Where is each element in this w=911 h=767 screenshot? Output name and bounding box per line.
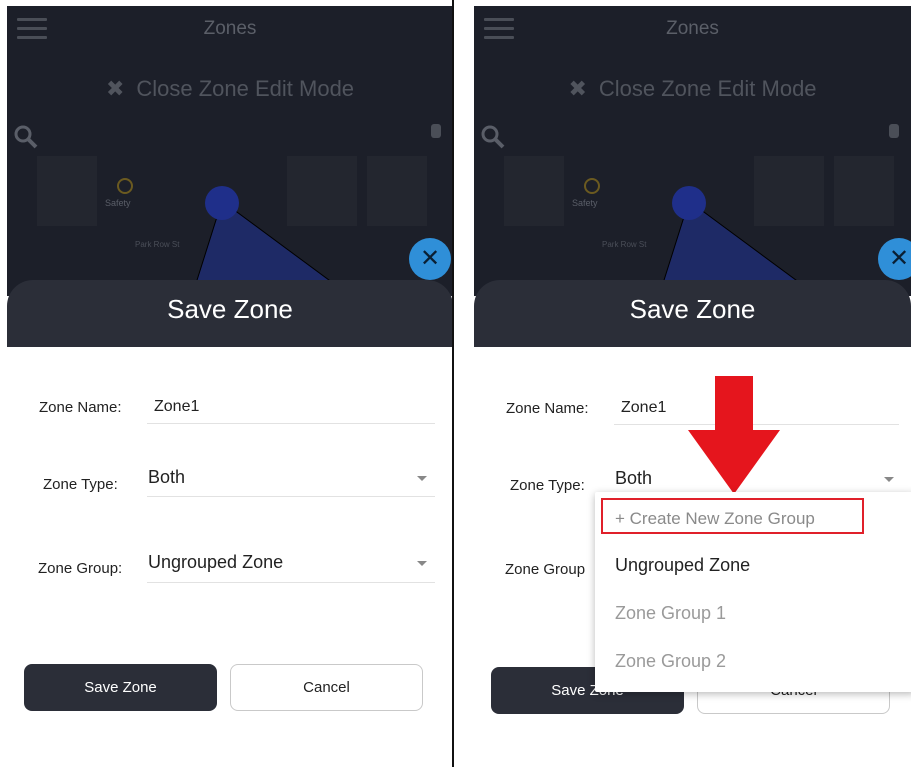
close-icon: ✖ <box>568 76 587 101</box>
map-background <box>7 6 453 296</box>
map-background <box>474 6 911 296</box>
zone-polygon <box>658 186 806 296</box>
search-icon[interactable] <box>13 124 39 150</box>
zone-name-field[interactable]: Zone1 <box>621 399 666 417</box>
zone-name-underline <box>147 423 435 424</box>
search-icon[interactable] <box>480 124 506 150</box>
zone-polygon <box>191 186 339 296</box>
close-edit-label: Close Zone Edit Mode <box>136 76 355 101</box>
page-title: Zones <box>203 18 257 39</box>
zone-group-underline <box>147 582 435 583</box>
chevron-down-icon[interactable] <box>417 561 427 566</box>
screen-left: Zones ✖ Close Zone Edit Mode Safety Park … <box>7 6 453 767</box>
poi-label: Safety <box>572 198 598 208</box>
zone-name-field[interactable]: Zone1 <box>154 398 199 416</box>
zone-type-underline <box>147 496 435 497</box>
zone-name-label: Zone Name: <box>506 400 589 417</box>
dropdown-option-zone-group-2[interactable]: Zone Group 2 <box>615 651 726 672</box>
zone-group-label: Zone Group <box>505 561 586 578</box>
zone-group-dropdown: + Create New Zone Group Ungrouped Zone Z… <box>595 492 911 692</box>
poi-icon <box>584 178 600 194</box>
sheet-title: Save Zone <box>167 294 293 324</box>
zone-group-label: Zone Group: <box>38 560 123 577</box>
zone-name-label: Zone Name: <box>39 399 122 416</box>
zone-type-label: Zone Type: <box>43 476 118 493</box>
street-label: Park Row St <box>602 240 647 249</box>
chevron-down-icon[interactable] <box>417 476 427 481</box>
layers-icon[interactable] <box>431 124 441 138</box>
screen-right: Zones ✖ Close Zone Edit Mode Safety Park … <box>474 6 911 767</box>
divider <box>452 0 474 767</box>
sheet-title: Save Zone <box>629 294 756 324</box>
street-label: Park Row St <box>135 240 180 249</box>
dropdown-option-zone-group-1[interactable]: Zone Group 1 <box>615 603 726 624</box>
zone-type-select[interactable]: Both <box>148 467 185 488</box>
red-arrow-down-icon <box>688 376 780 494</box>
poi-icon <box>117 178 133 194</box>
page-title: Zones <box>666 18 719 39</box>
close-edit-label: Close Zone Edit Mode <box>598 76 817 101</box>
close-fab-button[interactable]: ✕ <box>409 238 451 280</box>
layers-icon[interactable] <box>889 124 899 138</box>
chevron-down-icon[interactable] <box>884 477 894 482</box>
zone-type-select[interactable]: Both <box>615 468 652 489</box>
close-icon: ✖ <box>105 76 125 101</box>
cancel-button[interactable]: Cancel <box>230 664 423 711</box>
dropdown-option-create-new-zone-group[interactable]: + Create New Zone Group <box>615 509 815 529</box>
save-zone-button[interactable]: Save Zone <box>24 664 217 711</box>
dropdown-option-ungrouped-zone[interactable]: Ungrouped Zone <box>615 555 750 576</box>
zone-group-select[interactable]: Ungrouped Zone <box>148 552 283 573</box>
zone-type-label: Zone Type: <box>510 477 585 494</box>
close-zone-edit-mode-button[interactable]: ✖ Close Zone Edit Mode <box>7 76 453 102</box>
poi-label: Safety <box>105 198 131 208</box>
close-zone-edit-mode-button[interactable]: ✖ Close Zone Edit Mode <box>474 76 911 102</box>
